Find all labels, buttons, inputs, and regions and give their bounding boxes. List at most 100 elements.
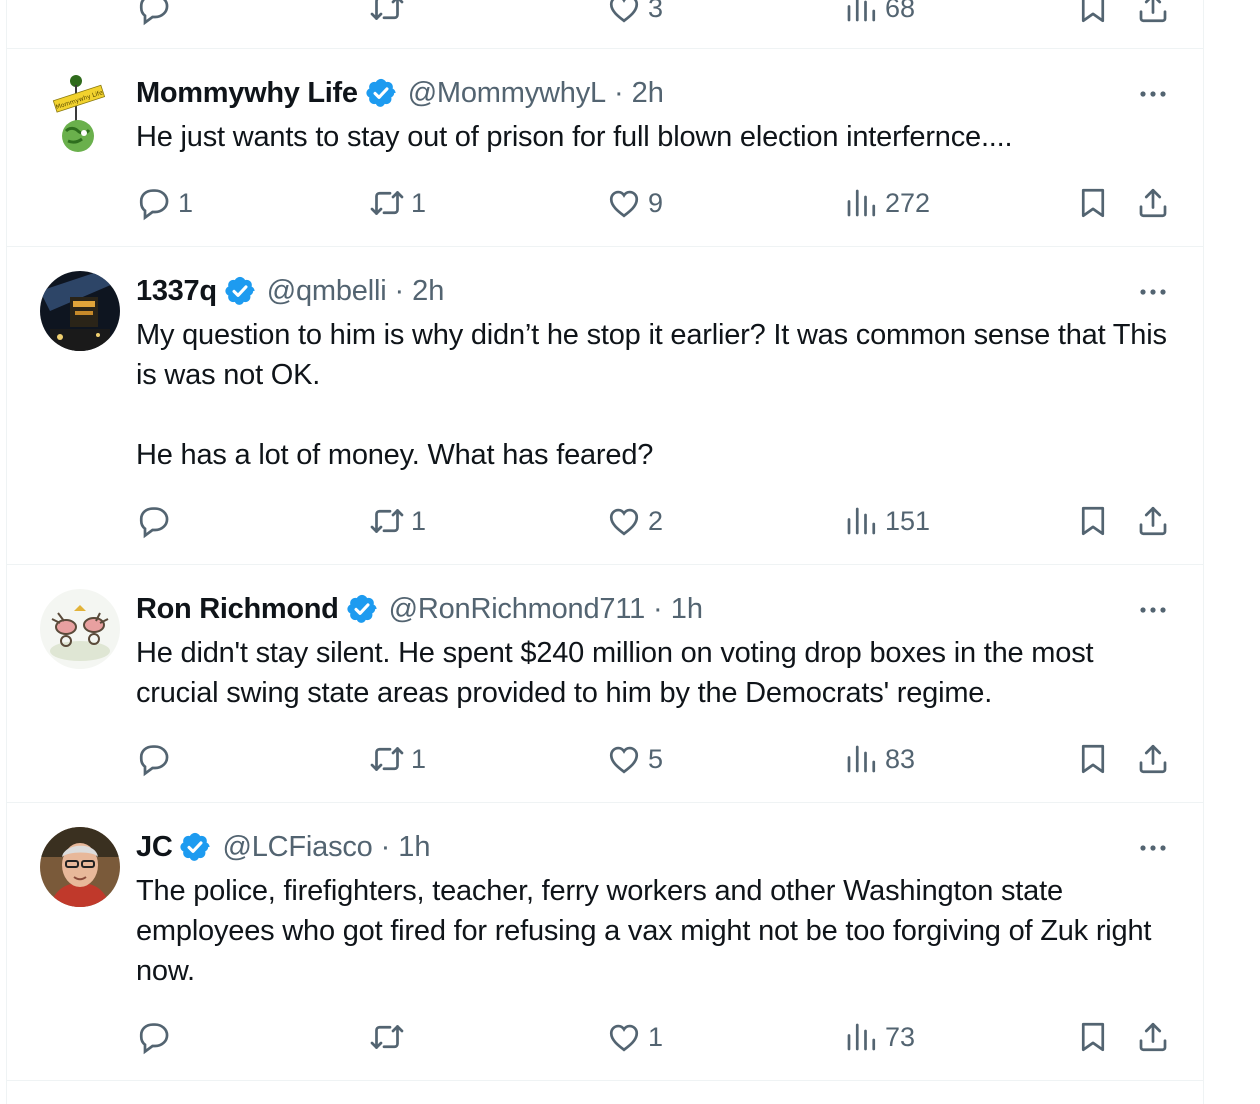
display-name[interactable]: 1337q [136, 275, 217, 308]
avatar[interactable]: Mommywhy Life [40, 73, 120, 153]
reply-icon [139, 189, 169, 221]
timeline: 3 68 Mommywhy Life Mommywhy Life @Mommyw… [6, 0, 1204, 1104]
views-button[interactable]: 83 [843, 739, 915, 779]
bookmark-button[interactable] [1075, 739, 1111, 779]
separator-dot: · [394, 274, 405, 307]
like-button[interactable]: 5 [606, 739, 663, 779]
share-icon [1139, 0, 1167, 23]
timestamp[interactable]: 1h [671, 593, 703, 626]
verified-badge-icon[interactable] [345, 592, 379, 626]
avatar[interactable] [40, 827, 120, 907]
bookmark-button[interactable] [1075, 0, 1111, 28]
like-count: 5 [648, 743, 664, 774]
share-button[interactable] [1135, 183, 1171, 223]
repost-count: 1 [411, 505, 427, 536]
repost-icon [370, 0, 404, 20]
like-button[interactable]: 9 [606, 183, 663, 223]
like-button[interactable]: 3 [606, 0, 663, 28]
post-text: My question to him is why didn’t he stop… [136, 319, 1167, 471]
reply-button[interactable] [136, 501, 178, 541]
verified-badge-icon[interactable] [223, 274, 257, 308]
share-icon [1139, 744, 1167, 774]
heart-icon [609, 746, 639, 774]
reply-icon [139, 745, 169, 777]
post-header: JC @LCFiasco · 1h [136, 827, 431, 867]
repost-button[interactable]: 1 [369, 501, 426, 541]
like-button[interactable]: 1 [606, 1017, 663, 1057]
post-text: He just wants to stay out of prison for … [136, 121, 1013, 153]
more-options-icon[interactable] [1137, 282, 1169, 302]
bookmark-button[interactable] [1075, 501, 1111, 541]
share-icon [1139, 188, 1167, 218]
repost-button[interactable] [369, 0, 405, 28]
views-button[interactable]: 68 [843, 0, 915, 28]
repost-icon [370, 191, 404, 215]
share-button[interactable] [1135, 0, 1171, 28]
views-button[interactable]: 151 [843, 501, 930, 541]
more-options-icon[interactable] [1137, 84, 1169, 104]
timestamp[interactable]: 1h [398, 831, 430, 864]
timestamp[interactable]: 2h [632, 77, 664, 110]
display-name[interactable]: Mommywhy Life [136, 77, 358, 110]
bookmark-icon [1081, 188, 1105, 218]
repost-button[interactable]: 1 [369, 739, 426, 779]
reply-button[interactable] [136, 1017, 178, 1057]
separator-dot: · [380, 830, 391, 863]
verified-badge-icon[interactable] [178, 830, 212, 864]
share-button[interactable] [1135, 739, 1171, 779]
reply-icon [139, 507, 169, 539]
reply-button[interactable] [136, 0, 172, 28]
share-button[interactable] [1135, 501, 1171, 541]
heart-icon [609, 0, 639, 23]
verified-badge-icon[interactable] [364, 76, 398, 110]
repost-count: 1 [411, 187, 427, 218]
views-icon [847, 507, 876, 535]
share-button[interactable] [1135, 1017, 1171, 1057]
reply-button[interactable] [136, 739, 178, 779]
reply-icon [139, 0, 169, 26]
repost-icon [370, 747, 404, 771]
like-button[interactable]: 2 [606, 501, 663, 541]
divider [7, 1080, 1203, 1081]
display-name[interactable]: JC [136, 831, 173, 864]
display-name[interactable]: Ron Richmond [136, 593, 339, 626]
heart-icon [609, 508, 639, 536]
post[interactable]: Mommywhy Life Mommywhy Life @MommywhyL ·… [7, 49, 1203, 246]
like-count: 2 [648, 505, 664, 536]
more-options-icon[interactable] [1137, 600, 1169, 620]
handle[interactable]: @RonRichmond711 [389, 593, 646, 626]
post[interactable]: 1337q @qmbelli · 2h My question to him i… [7, 247, 1203, 564]
heart-icon [609, 1024, 639, 1052]
avatar[interactable] [40, 271, 120, 351]
bookmark-icon [1081, 506, 1105, 536]
more-options-icon[interactable] [1137, 838, 1169, 858]
post[interactable]: JC @LCFiasco · 1h The police, firefighte… [7, 803, 1203, 1080]
views-button[interactable]: 73 [843, 1017, 915, 1057]
post[interactable]: Ron Richmond @RonRichmond711 · 1h He did… [7, 565, 1203, 802]
post-actions: 1 73 [7, 1017, 1203, 1057]
avatar[interactable] [40, 589, 120, 669]
handle[interactable]: @MommywhyL [408, 77, 606, 110]
view-count: 73 [885, 1021, 916, 1052]
post-header: 1337q @qmbelli · 2h [136, 271, 444, 311]
timestamp[interactable]: 2h [412, 275, 444, 308]
view-count: 83 [885, 743, 916, 774]
repost-button[interactable]: 1 [369, 183, 426, 223]
bookmark-button[interactable] [1075, 183, 1111, 223]
reply-button[interactable]: 1 [136, 183, 193, 223]
handle[interactable]: @LCFiasco [222, 831, 372, 864]
bookmark-button[interactable] [1075, 1017, 1111, 1057]
post-text: The police, firefighters, teacher, ferry… [136, 875, 1160, 987]
like-count: 3 [648, 0, 664, 23]
views-icon [847, 745, 876, 773]
post-header: Mommywhy Life @MommywhyL · 2h [136, 73, 664, 113]
separator-dot: · [613, 76, 624, 109]
handle[interactable]: @qmbelli [267, 275, 387, 308]
repost-icon [370, 509, 404, 533]
views-button[interactable]: 272 [843, 183, 930, 223]
views-icon [847, 189, 876, 217]
repost-icon [370, 1025, 404, 1049]
like-count: 9 [648, 187, 664, 218]
bookmark-icon [1081, 0, 1105, 23]
repost-button[interactable] [369, 1017, 411, 1057]
